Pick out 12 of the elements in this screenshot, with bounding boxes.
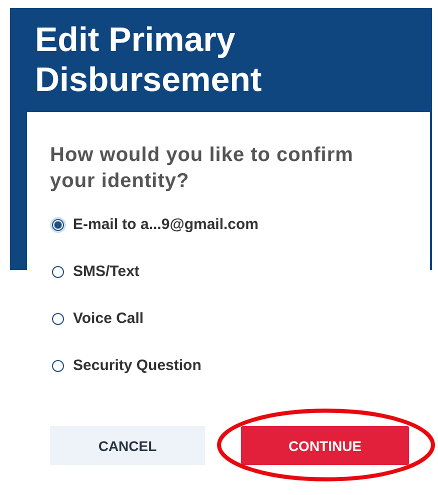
radio-option[interactable]: Voice Call bbox=[52, 310, 430, 327]
page-title: Edit Primary Disbursement bbox=[34, 20, 263, 101]
question-text: How would you like to confirm your identity? bbox=[50, 143, 354, 194]
radio-button[interactable] bbox=[52, 312, 64, 324]
cancel-button[interactable]: CANCEL bbox=[50, 426, 205, 465]
radio-button[interactable] bbox=[52, 360, 64, 372]
radio-option[interactable]: Security Question bbox=[52, 357, 430, 374]
radio-option[interactable]: E-mail to a...9@gmail.com bbox=[52, 216, 430, 233]
continue-button[interactable]: CONTINUE bbox=[241, 426, 409, 465]
radio-option[interactable]: SMS/Text bbox=[52, 263, 430, 280]
radio-button[interactable] bbox=[52, 218, 64, 230]
radio-button[interactable] bbox=[52, 266, 64, 278]
